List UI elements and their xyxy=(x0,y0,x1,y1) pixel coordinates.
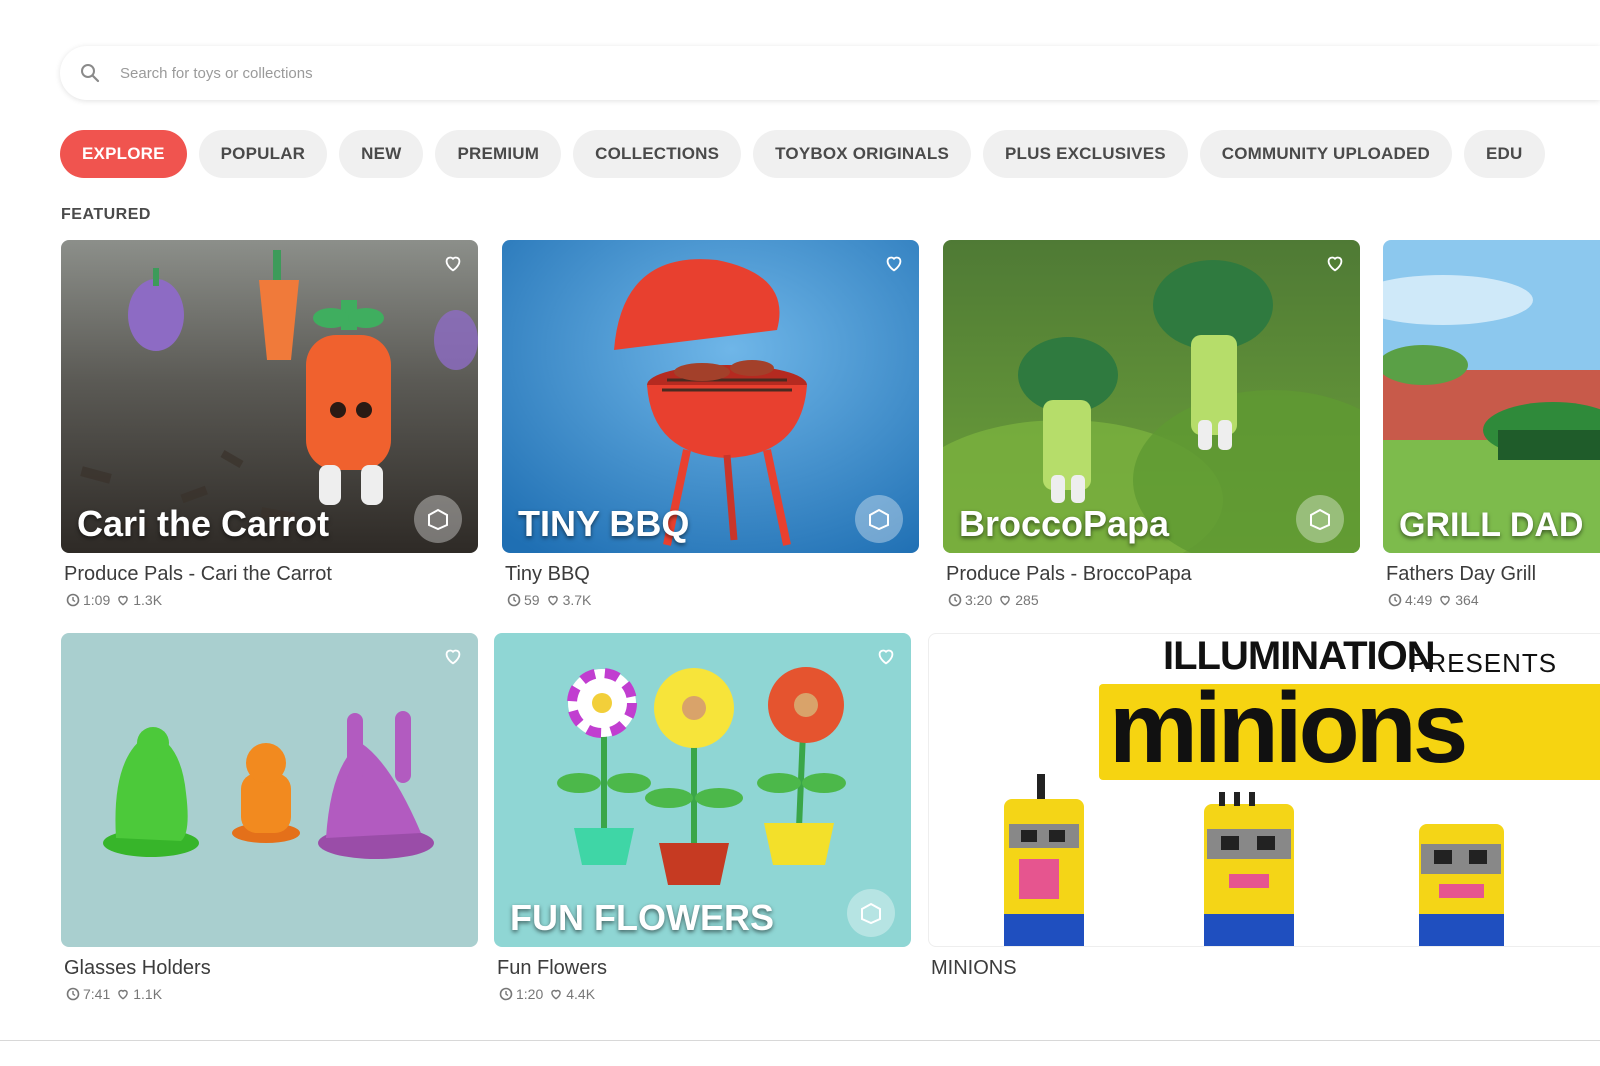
card-title[interactable]: Produce Pals - BroccoPapa xyxy=(946,563,1360,586)
print-time: 1:09 xyxy=(83,592,111,608)
card-title[interactable]: Fathers Day Grill xyxy=(1386,563,1600,586)
tab-community-uploaded[interactable]: COMMUNITY UPLOADED xyxy=(1199,130,1453,178)
toybox-badge-icon xyxy=(847,889,895,937)
card-meta: 1:20 4.4K xyxy=(499,986,911,1002)
toy-card[interactable]: Glasses Holders 7:41 1.1K xyxy=(61,633,478,1002)
heart-small-icon xyxy=(551,989,562,1000)
clock-icon xyxy=(1388,593,1402,607)
tab-toybox-originals[interactable]: TOYBOX ORIGINALS xyxy=(753,130,972,178)
card-title[interactable]: MINIONS xyxy=(931,957,1600,980)
heart-icon[interactable] xyxy=(1324,252,1346,274)
clock-icon xyxy=(507,593,521,607)
category-tabs: EXPLORE POPULAR NEW PREMIUM COLLECTIONS … xyxy=(60,130,1600,180)
toybox-badge-icon xyxy=(1296,495,1344,543)
card-meta: 3:20 285 xyxy=(948,592,1360,608)
minion-figures xyxy=(1004,774,1504,946)
like-count: 4.4K xyxy=(566,986,596,1002)
card-meta: 4:49 364 xyxy=(1388,592,1600,608)
search-input[interactable] xyxy=(118,63,1022,83)
print-time: 3:20 xyxy=(965,592,993,608)
thumbnail-overlay-title: BroccoPapa xyxy=(959,503,1170,544)
section-title: FEATURED xyxy=(61,206,151,223)
card-meta: 7:41 1.1K xyxy=(66,986,478,1002)
like-count: 285 xyxy=(1015,592,1039,608)
heart-small-icon xyxy=(547,595,558,606)
toy-thumbnail[interactable]: FUN FLOWERS xyxy=(494,633,911,947)
card-meta: 59 3.7K xyxy=(507,592,919,608)
heart-small-icon xyxy=(118,595,129,606)
like-count: 1.3K xyxy=(133,592,163,608)
print-time: 59 xyxy=(524,592,540,608)
toy-thumbnail[interactable]: BroccoPapa xyxy=(943,240,1360,553)
collection-banner[interactable]: ILLUMINATION PRESENTS minions xyxy=(928,633,1600,947)
heart-small-icon xyxy=(1000,595,1011,606)
tab-plus-exclusives[interactable]: PLUS EXCLUSIVES xyxy=(983,130,1188,178)
heart-small-icon xyxy=(118,989,129,1000)
tab-premium[interactable]: PREMIUM xyxy=(435,130,562,178)
thumbnail-overlay-title: GRILL DAD xyxy=(1399,506,1584,544)
card-title[interactable]: Produce Pals - Cari the Carrot xyxy=(64,563,478,586)
toy-card[interactable]: TINY BBQ Tiny BBQ 59 3.7K xyxy=(502,240,919,608)
card-meta: 1:09 1.3K xyxy=(66,592,478,608)
clock-icon xyxy=(66,987,80,1001)
tab-edu[interactable]: EDU xyxy=(1464,130,1545,178)
like-count: 1.1K xyxy=(133,986,163,1002)
tab-new[interactable]: NEW xyxy=(339,130,424,178)
toy-card[interactable]: GRILL DAD Fathers Day Grill 4:49 364 xyxy=(1383,240,1600,608)
toy-thumbnail[interactable]: Cari the Carrot xyxy=(61,240,478,553)
heart-icon[interactable] xyxy=(442,645,464,667)
search-icon xyxy=(81,64,100,83)
banner-logo-text: minions xyxy=(1109,672,1468,784)
glasses-holders-image xyxy=(61,633,478,947)
toybox-badge-icon xyxy=(414,495,462,543)
toybox-badge-icon xyxy=(855,495,903,543)
print-time: 7:41 xyxy=(83,986,111,1002)
thumbnail-overlay-title: Cari the Carrot xyxy=(77,503,330,544)
print-time: 4:49 xyxy=(1405,592,1433,608)
thumbnail-overlay-title: FUN FLOWERS xyxy=(510,897,774,938)
tab-popular[interactable]: POPULAR xyxy=(198,130,328,178)
card-title[interactable]: Fun Flowers xyxy=(497,957,911,980)
card-title[interactable]: Tiny BBQ xyxy=(505,563,919,586)
toy-thumbnail[interactable]: GRILL DAD xyxy=(1383,240,1600,553)
toy-card[interactable]: FUN FLOWERS Fun Flowers 1:20 4.4K xyxy=(494,633,911,1002)
thumbnail-overlay-title: TINY BBQ xyxy=(518,503,690,544)
heart-icon[interactable] xyxy=(442,252,464,274)
print-time: 1:20 xyxy=(516,986,544,1002)
card-title[interactable]: Glasses Holders xyxy=(64,957,478,980)
tab-explore[interactable]: EXPLORE xyxy=(60,130,187,178)
toy-thumbnail[interactable]: TINY BBQ xyxy=(502,240,919,553)
toy-card[interactable]: BroccoPapa Produce Pals - BroccoPapa 3:2… xyxy=(943,240,1360,608)
toy-card[interactable]: Cari the Carrot Produce Pals - Cari the … xyxy=(61,240,478,608)
heart-small-icon xyxy=(1440,595,1451,606)
heart-icon[interactable] xyxy=(875,645,897,667)
like-count: 364 xyxy=(1455,592,1479,608)
toy-thumbnail[interactable] xyxy=(61,633,478,947)
page: EXPLORE POPULAR NEW PREMIUM COLLECTIONS … xyxy=(0,0,1600,1066)
search-bar[interactable] xyxy=(60,46,1600,100)
clock-icon xyxy=(948,593,962,607)
tab-collections[interactable]: COLLECTIONS xyxy=(573,130,742,178)
heart-icon[interactable] xyxy=(883,252,905,274)
collection-card[interactable]: ILLUMINATION PRESENTS minions MINIONS xyxy=(928,633,1600,980)
divider xyxy=(0,1040,1600,1041)
clock-icon xyxy=(66,593,80,607)
clock-icon xyxy=(499,987,513,1001)
like-count: 3.7K xyxy=(562,592,592,608)
